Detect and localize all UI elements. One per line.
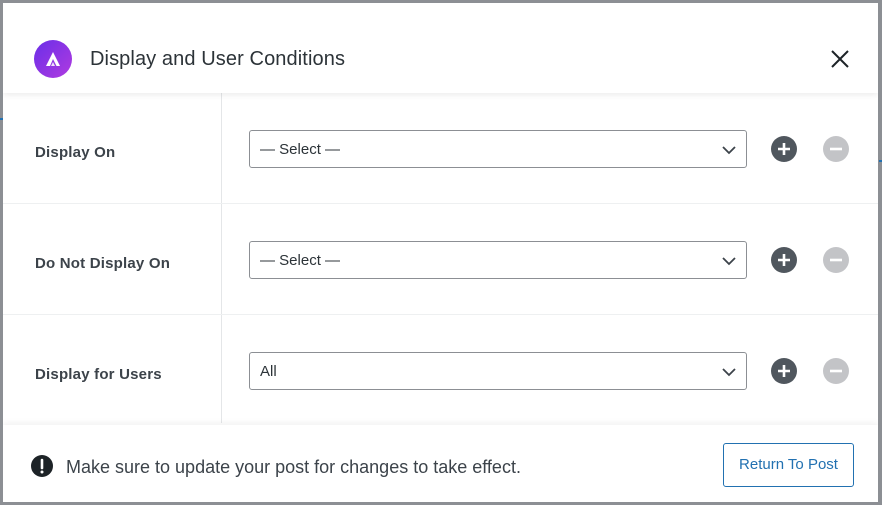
conditions-modal: Display and User Conditions Display On —… — [3, 3, 878, 502]
conditions-rows: Display On — Select — Do Not Display On — [3, 93, 878, 423]
minus-icon — [830, 258, 842, 262]
select-value: All — [260, 363, 277, 380]
row-label: Display On — [35, 144, 116, 161]
modal-title: Display and User Conditions — [90, 48, 346, 70]
add-condition-button[interactable] — [771, 358, 797, 384]
remove-condition-button[interactable] — [823, 247, 849, 273]
plus-icon — [778, 143, 790, 155]
astra-logo-icon — [34, 40, 72, 78]
update-notice: Make sure to update your post for change… — [66, 457, 521, 477]
do-not-display-on-select[interactable]: — Select — — [249, 241, 747, 279]
return-to-post-button[interactable]: Return To Post — [723, 443, 854, 487]
plus-icon — [778, 254, 790, 266]
select-value: — Select — — [260, 141, 341, 158]
modal-footer: Make sure to update your post for change… — [3, 425, 878, 502]
select-value: — Select — — [260, 252, 341, 269]
modal-header: Display and User Conditions — [3, 3, 878, 93]
minus-icon — [830, 147, 842, 151]
condition-row-display-for-users: Display for Users All — [3, 315, 878, 426]
exclamation-circle-icon — [31, 455, 53, 477]
display-on-select[interactable]: — Select — — [249, 130, 747, 168]
add-condition-button[interactable] — [771, 136, 797, 162]
display-for-users-select[interactable]: All — [249, 352, 747, 390]
remove-condition-button[interactable] — [823, 136, 849, 162]
condition-row-display-on: Display On — Select — — [3, 93, 878, 204]
close-icon[interactable] — [828, 47, 852, 71]
row-label: Do Not Display On — [35, 255, 171, 272]
condition-row-do-not-display-on: Do Not Display On — Select — — [3, 204, 878, 315]
minus-icon — [830, 369, 842, 373]
chevron-down-icon — [722, 146, 736, 155]
add-condition-button[interactable] — [771, 247, 797, 273]
remove-condition-button[interactable] — [823, 358, 849, 384]
plus-icon — [778, 365, 790, 377]
chevron-down-icon — [722, 257, 736, 266]
chevron-down-icon — [722, 368, 736, 377]
row-label: Display for Users — [35, 366, 162, 383]
